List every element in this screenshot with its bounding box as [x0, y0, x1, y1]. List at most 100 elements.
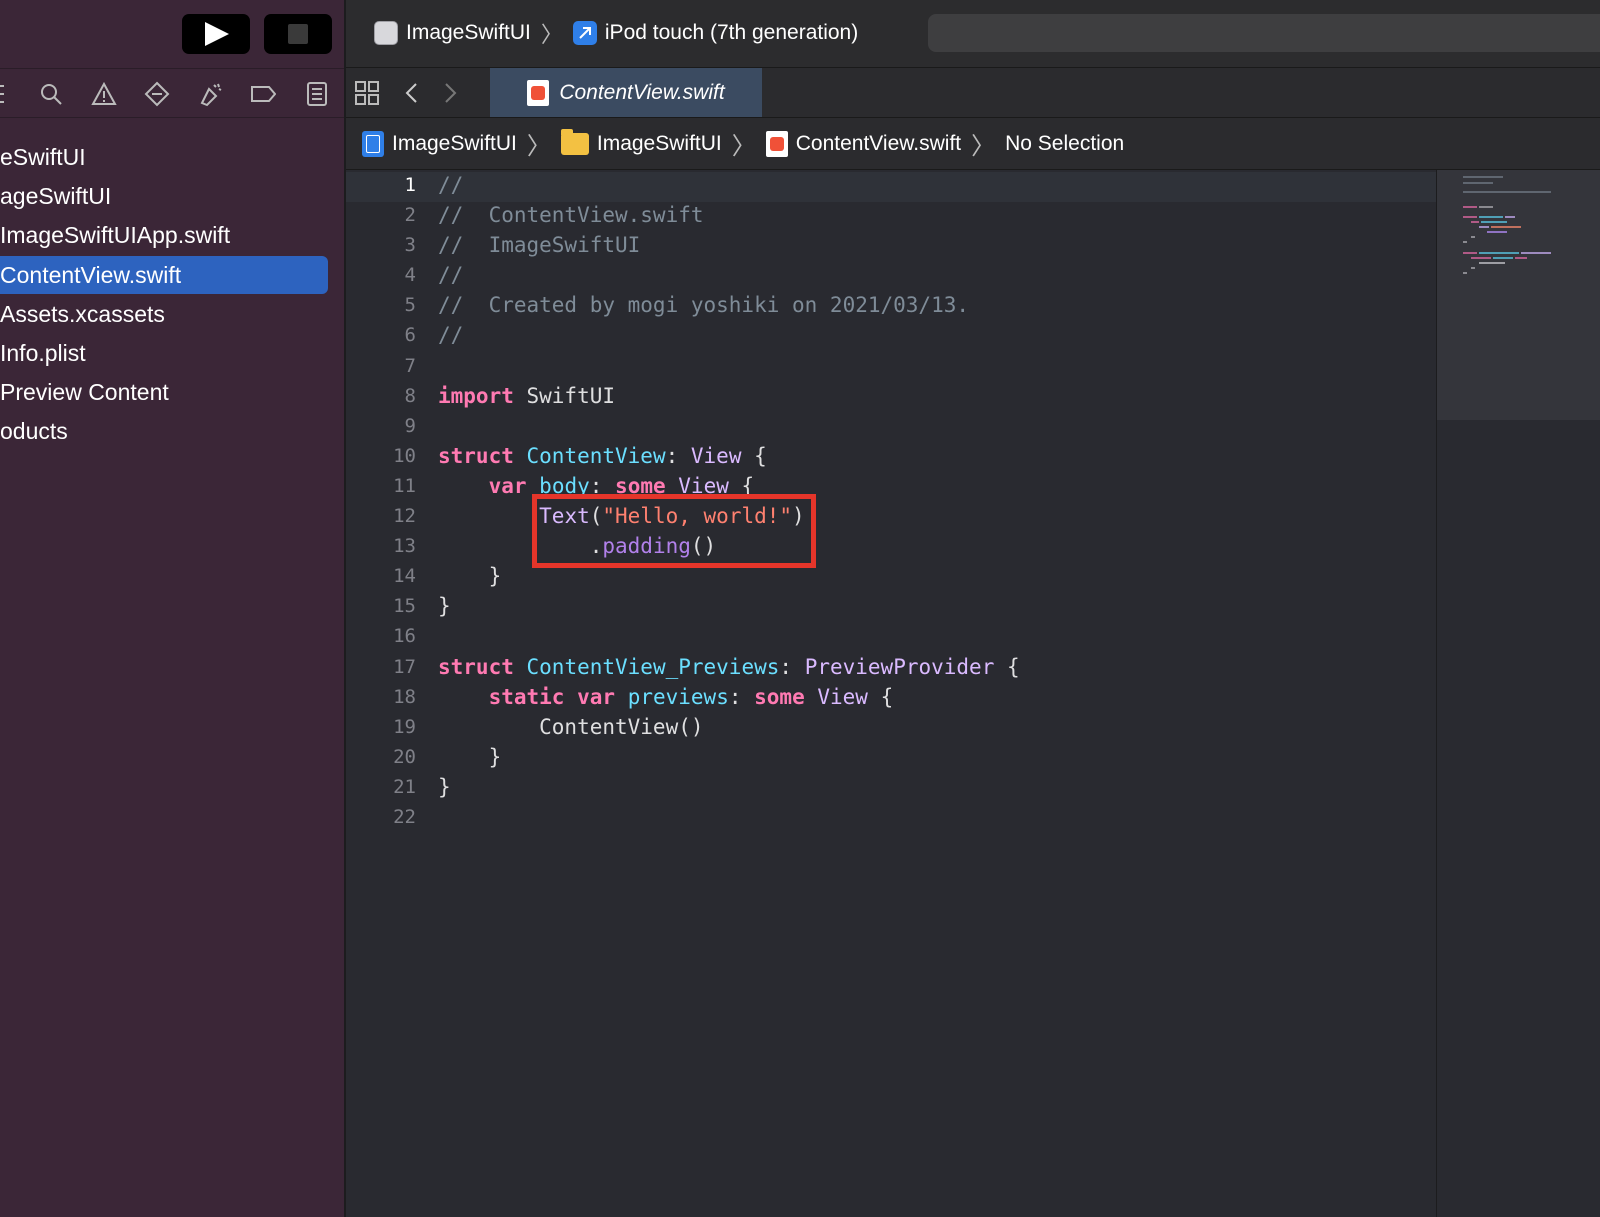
line-number: 19 — [393, 715, 416, 738]
tree-item-group[interactable]: ageSwiftUI — [0, 177, 344, 216]
xcode-app-icon — [572, 21, 597, 45]
code-line-3: // ImageSwiftUI — [438, 233, 641, 258]
source-editor[interactable]: 1 2 3 4 5 6 7 8 9 10 11 12 13 14 15 16 1… — [346, 170, 1436, 1217]
tab-label: ContentView.swift — [559, 80, 725, 104]
punctuation: { — [994, 654, 1020, 679]
chevron-right-icon: 〉 — [971, 133, 996, 160]
window-toolbar: ImageSwiftUI 〉 iPod touch (7th generatio… — [346, 0, 1600, 68]
code-line-5: // Created by mogi yoshiki on 2021/03/13… — [438, 293, 970, 318]
minimap-line — [1471, 236, 1475, 238]
tree-item-products[interactable]: oducts — [0, 412, 344, 451]
punctuation: { — [741, 443, 767, 468]
code-line-18: static var previews: some View { — [438, 682, 1020, 712]
type-name: View — [817, 684, 868, 709]
hierarchy-icon[interactable] — [0, 81, 16, 107]
search-icon[interactable] — [38, 81, 64, 107]
tree-item-info-plist[interactable]: Info.plist — [0, 334, 344, 373]
forward-icon[interactable] — [440, 80, 460, 106]
line-number: 16 — [393, 625, 416, 648]
sidebar-toolbar — [0, 0, 344, 68]
line-number: 2 — [404, 204, 416, 227]
punctuation: : — [728, 684, 755, 709]
minimap-visible-region[interactable] — [1437, 170, 1600, 420]
back-icon[interactable] — [402, 80, 422, 106]
line-number: 9 — [404, 414, 416, 437]
tree-item-assets[interactable]: Assets.xcassets — [0, 295, 344, 334]
chevron-right-icon: 〉 — [540, 22, 563, 47]
jumpbar-project[interactable]: ImageSwiftUI — [392, 132, 517, 156]
line-number: 1 — [404, 174, 416, 196]
grid-icon[interactable] — [354, 80, 380, 106]
app-icon — [374, 21, 398, 45]
jumpbar-selection[interactable]: No Selection — [1005, 132, 1124, 156]
jump-bar: ImageSwiftUI 〉 ImageSwiftUI 〉 ContentVie… — [346, 118, 1600, 170]
tab-bar: ContentView.swift — [346, 68, 1600, 118]
minimap-line — [1479, 216, 1503, 218]
minimap-line — [1493, 257, 1513, 259]
breakpoint-icon[interactable] — [144, 81, 170, 107]
minimap-line — [1471, 221, 1479, 223]
annotation-highlight-box — [532, 494, 816, 568]
line-number: 7 — [404, 354, 416, 377]
swift-file-icon — [527, 79, 550, 106]
line-number-gutter: 1 2 3 4 5 6 7 8 9 10 11 12 13 14 15 16 1… — [346, 170, 416, 832]
code-line-15: } — [438, 594, 451, 619]
run-button[interactable] — [182, 14, 250, 54]
code-line-6: // — [438, 323, 464, 348]
activity-view — [928, 14, 1600, 52]
keyword: var — [577, 684, 616, 709]
tree-item-app-swift[interactable]: ImageSwiftUIApp.swift — [0, 216, 344, 255]
line-number: 15 — [393, 595, 416, 618]
debug-icon[interactable] — [197, 81, 223, 107]
folder-icon — [560, 128, 589, 155]
line-number: 14 — [393, 565, 416, 588]
minimap[interactable] — [1436, 170, 1600, 1217]
line-number: 11 — [393, 474, 416, 497]
tree-item-project[interactable]: eSwiftUI — [0, 138, 344, 177]
minimap-line — [1463, 272, 1467, 274]
code-line-20: } — [438, 744, 502, 769]
minimap-line — [1481, 221, 1507, 223]
swift-file-icon — [765, 130, 788, 157]
code-line-17: struct ContentView_Previews: PreviewProv… — [438, 652, 1020, 682]
type-name: PreviewProvider — [804, 654, 995, 679]
property-name: previews — [627, 684, 729, 709]
punctuation: : — [665, 443, 691, 468]
file-tree: eSwiftUI ageSwiftUI ImageSwiftUIApp.swif… — [0, 138, 344, 451]
code-line-4: // — [438, 263, 464, 288]
stop-icon — [288, 24, 308, 44]
minimap-line — [1479, 206, 1493, 208]
keyword: struct — [438, 443, 514, 468]
device-name: iPod touch (7th generation) — [604, 21, 859, 44]
minimap-line — [1479, 226, 1489, 228]
minimap-line — [1463, 176, 1503, 178]
stop-button[interactable] — [264, 14, 332, 54]
tree-item-contentview-swift[interactable]: ContentView.swift — [0, 256, 328, 294]
jumpbar-folder[interactable]: ImageSwiftUI — [597, 132, 722, 156]
jumpbar-file[interactable]: ContentView.swift — [796, 132, 961, 156]
type-name: View — [690, 443, 742, 468]
minimap-line — [1463, 241, 1467, 243]
code-line-19: ContentView() — [438, 714, 704, 739]
warning-icon[interactable] — [91, 81, 117, 107]
play-icon — [205, 22, 229, 46]
line-number: 21 — [393, 775, 416, 798]
line-number: 3 — [404, 234, 416, 257]
minimap-line — [1463, 191, 1551, 193]
line-number: 12 — [393, 505, 416, 528]
tree-item-preview-content[interactable]: Preview Content — [0, 373, 344, 412]
tag-icon[interactable] — [250, 81, 277, 107]
minimap-line — [1479, 252, 1519, 254]
type-name: ContentView_Previews — [526, 654, 780, 679]
scheme-selector[interactable]: ImageSwiftUI 〉 iPod touch (7th generatio… — [374, 18, 858, 48]
line-number: 5 — [404, 294, 416, 317]
report-icon[interactable] — [304, 81, 330, 107]
tab-contentview-swift[interactable]: ContentView.swift — [490, 68, 762, 117]
line-number: 13 — [393, 535, 416, 558]
keyword: some — [754, 684, 805, 709]
